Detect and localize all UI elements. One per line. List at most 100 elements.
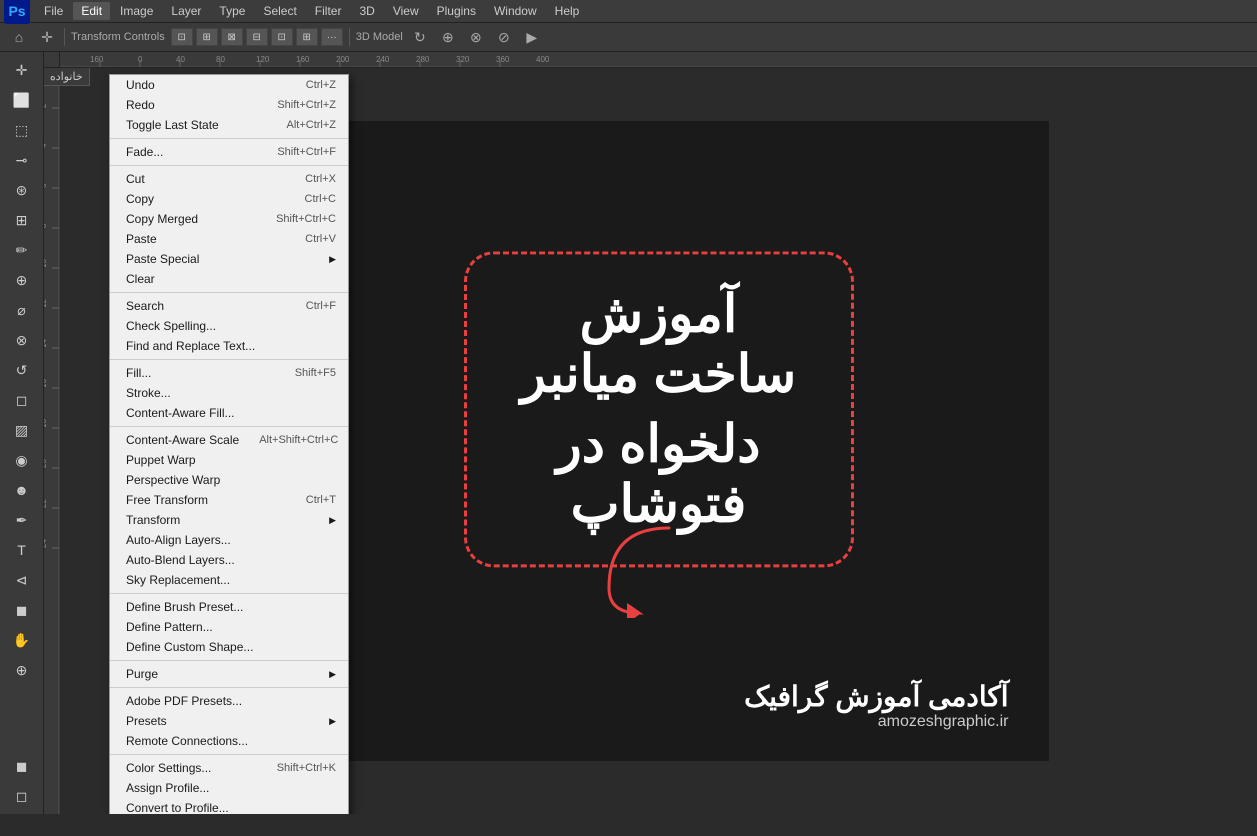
menu-item-auto-align-layers[interactable]: Auto-Align Layers...: [110, 530, 348, 550]
path-select-tool[interactable]: ⊲: [4, 566, 40, 594]
menu-type[interactable]: Type: [211, 2, 253, 20]
align-left-btn[interactable]: ⊡: [171, 28, 193, 46]
menu-item-search[interactable]: Search Ctrl+F: [110, 296, 348, 316]
artboard-tool[interactable]: ⬜: [4, 86, 40, 114]
menu-item-cut[interactable]: Cut Ctrl+X: [110, 169, 348, 189]
menu-item-undo[interactable]: Undo Ctrl+Z: [110, 75, 348, 95]
eyedropper-tool[interactable]: ✏: [4, 236, 40, 264]
svg-text:200: 200: [336, 55, 350, 64]
lasso-tool[interactable]: ⊸: [4, 146, 40, 174]
rotate-3d-icon[interactable]: ↻: [409, 26, 431, 48]
marquee-tool[interactable]: ⬚: [4, 116, 40, 144]
move-icon[interactable]: ✛: [36, 26, 58, 48]
blur-tool[interactable]: ◉: [4, 446, 40, 474]
history-brush-tool[interactable]: ↺: [4, 356, 40, 384]
brush-tool[interactable]: ⌀: [4, 296, 40, 324]
main-area: ✛ ⬜ ⬚ ⊸ ⊛ ⊞ ✏ ⊕ ⌀ ⊗ ↺ ◻ ▨ ◉ ☻ ✒ T ⊲ ◼ ✋ …: [0, 52, 1257, 814]
menu-item-content-aware-scale[interactable]: Content-Aware Scale Alt+Shift+Ctrl+C: [110, 430, 348, 450]
ruler-corner: [44, 52, 60, 68]
menu-item-paste-special[interactable]: Paste Special: [110, 249, 348, 269]
menu-item-content-aware-fill[interactable]: Content-Aware Fill...: [110, 403, 348, 423]
3d-model-label: 3D Model: [356, 31, 403, 43]
menu-item-copy-merged[interactable]: Copy Merged Shift+Ctrl+C: [110, 209, 348, 229]
svg-text:40: 40: [176, 55, 185, 64]
dodge-tool[interactable]: ☻: [4, 476, 40, 504]
menu-item-puppet-warp[interactable]: Puppet Warp: [110, 450, 348, 470]
menu-3d[interactable]: 3D: [351, 2, 382, 20]
background-color[interactable]: ◻: [4, 782, 40, 810]
menu-view[interactable]: View: [385, 2, 427, 20]
brand-name: آکادمی آموزش گرافیک: [744, 680, 1008, 713]
crop-tool[interactable]: ⊞: [4, 206, 40, 234]
ruler-left: 2 4 6 8 10 12 14 16 18 20 22: [44, 68, 60, 814]
more-options-btn[interactable]: ···: [321, 28, 343, 46]
shape-tool[interactable]: ◼: [4, 596, 40, 624]
menu-item-redo[interactable]: Redo Shift+Ctrl+Z: [110, 95, 348, 115]
align-top-btn[interactable]: ⊟: [246, 28, 268, 46]
menu-edit[interactable]: Edit: [73, 2, 110, 20]
menu-window[interactable]: Window: [486, 2, 545, 20]
menu-item-fill[interactable]: Fill... Shift+F5: [110, 363, 348, 383]
persian-line1: آموزش ساخت میانبر: [517, 284, 801, 404]
menu-image[interactable]: Image: [112, 2, 161, 20]
menu-item-presets[interactable]: Presets: [110, 711, 348, 731]
svg-text:80: 80: [216, 55, 225, 64]
menu-plugins[interactable]: Plugins: [429, 2, 484, 20]
menu-item-copy[interactable]: Copy Ctrl+C: [110, 189, 348, 209]
move-tool[interactable]: ✛: [4, 56, 40, 84]
separator-2: [110, 165, 348, 166]
home-icon[interactable]: ⌂: [8, 26, 30, 48]
menu-item-transform[interactable]: Transform: [110, 510, 348, 530]
svg-text:22: 22: [44, 499, 48, 508]
panel-tab[interactable]: خانواده: [44, 68, 90, 86]
menu-item-clear[interactable]: Clear: [110, 269, 348, 289]
menu-filter[interactable]: Filter: [307, 2, 350, 20]
clone-tool[interactable]: ⊗: [4, 326, 40, 354]
quick-select-tool[interactable]: ⊛: [4, 176, 40, 204]
menu-item-toggle-last-state[interactable]: Toggle Last State Alt+Ctrl+Z: [110, 115, 348, 135]
menu-file[interactable]: File: [36, 2, 71, 20]
menu-item-free-transform[interactable]: Free Transform Ctrl+T: [110, 490, 348, 510]
align-middle-btn[interactable]: ⊡: [271, 28, 293, 46]
pen-tool[interactable]: ✒: [4, 506, 40, 534]
menu-help[interactable]: Help: [547, 2, 588, 20]
menu-item-assign-profile[interactable]: Assign Profile...: [110, 778, 348, 798]
menu-item-find-replace[interactable]: Find and Replace Text...: [110, 336, 348, 356]
svg-text:24: 24: [44, 539, 48, 548]
svg-text:120: 120: [256, 55, 270, 64]
align-right-btn[interactable]: ⊠: [221, 28, 243, 46]
menu-item-auto-blend-layers[interactable]: Auto-Blend Layers...: [110, 550, 348, 570]
menu-item-purge[interactable]: Purge: [110, 664, 348, 684]
gradient-tool[interactable]: ▨: [4, 416, 40, 444]
menu-item-stroke[interactable]: Stroke...: [110, 383, 348, 403]
svg-text:16: 16: [44, 379, 48, 388]
menu-item-define-custom-shape[interactable]: Define Custom Shape...: [110, 637, 348, 657]
menu-item-paste[interactable]: Paste Ctrl+V: [110, 229, 348, 249]
menu-item-adobe-pdf-presets[interactable]: Adobe PDF Presets...: [110, 691, 348, 711]
menu-item-define-pattern[interactable]: Define Pattern...: [110, 617, 348, 637]
menu-layer[interactable]: Layer: [163, 2, 209, 20]
menu-item-color-settings[interactable]: Color Settings... Shift+Ctrl+K: [110, 758, 348, 778]
options-bar: ⌂ ✛ Transform Controls ⊡ ⊞ ⊠ ⊟ ⊡ ⊞ ··· 3…: [0, 22, 1257, 52]
pan-3d-icon[interactable]: ⊕: [437, 26, 459, 48]
persian-line2: دلخواه در فتوشاپ: [517, 414, 801, 534]
menu-item-check-spelling[interactable]: Check Spelling...: [110, 316, 348, 336]
zoom-tool[interactable]: ⊕: [4, 656, 40, 684]
eraser-tool[interactable]: ◻: [4, 386, 40, 414]
video-icon[interactable]: ▶: [521, 26, 543, 48]
align-bottom-btn[interactable]: ⊞: [296, 28, 318, 46]
menu-item-convert-to-profile[interactable]: Convert to Profile...: [110, 798, 348, 814]
zoom-3d-icon[interactable]: ⊗: [465, 26, 487, 48]
menu-item-perspective-warp[interactable]: Perspective Warp: [110, 470, 348, 490]
menu-item-sky-replacement[interactable]: Sky Replacement...: [110, 570, 348, 590]
spot-heal-tool[interactable]: ⊕: [4, 266, 40, 294]
type-tool[interactable]: T: [4, 536, 40, 564]
hand-tool[interactable]: ✋: [4, 626, 40, 654]
foreground-color[interactable]: ◼: [4, 752, 40, 780]
menu-item-remote-connections[interactable]: Remote Connections...: [110, 731, 348, 751]
menu-select[interactable]: Select: [255, 2, 304, 20]
menu-item-fade[interactable]: Fade... Shift+Ctrl+F: [110, 142, 348, 162]
align-center-btn[interactable]: ⊞: [196, 28, 218, 46]
menu-item-define-brush-preset[interactable]: Define Brush Preset...: [110, 597, 348, 617]
camera-3d-icon[interactable]: ⊘: [493, 26, 515, 48]
